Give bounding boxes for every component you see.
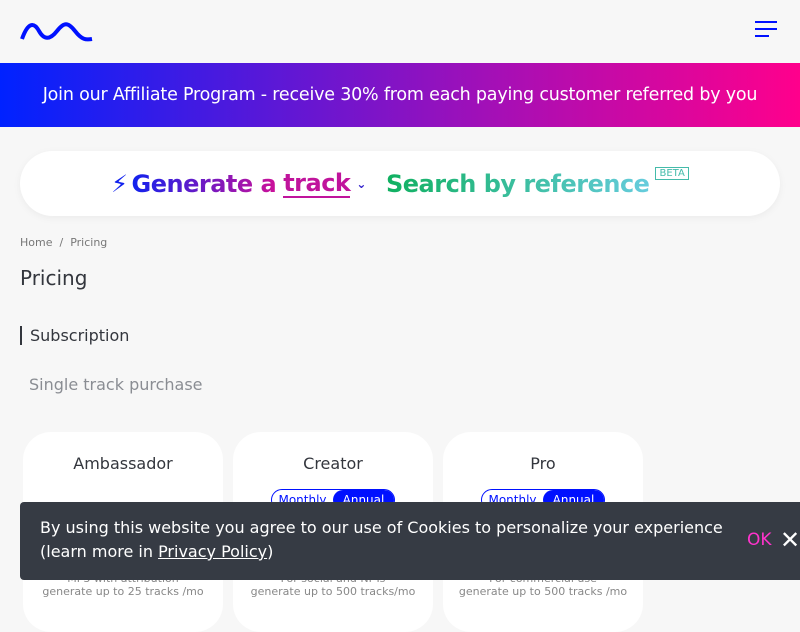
plan-limit: generate up to 500 tracks/mo bbox=[250, 585, 416, 598]
cookie-text: By using this website you agree to our u… bbox=[40, 516, 740, 564]
generate-label: Generate a bbox=[131, 169, 277, 198]
hamburger-menu-icon[interactable] bbox=[755, 21, 777, 42]
generate-link[interactable]: Generate a bbox=[132, 170, 277, 198]
privacy-policy-link[interactable]: Privacy Policy bbox=[158, 542, 267, 561]
header bbox=[0, 0, 800, 63]
generator-bar: ⚡ Generate a track ⌄ Search by reference… bbox=[20, 151, 780, 216]
plan-limit: generate up to 25 tracks /mo bbox=[42, 585, 204, 598]
breadcrumb-home[interactable]: Home bbox=[20, 236, 52, 249]
affiliate-banner[interactable]: Join our Affiliate Program - receive 30%… bbox=[0, 63, 800, 127]
close-icon[interactable]: ✕ bbox=[780, 526, 800, 554]
tab-subscription[interactable]: Subscription bbox=[20, 326, 129, 345]
tab-single-track[interactable]: Single track purchase bbox=[29, 375, 203, 394]
cookie-ok-button[interactable]: OK bbox=[747, 530, 772, 550]
breadcrumb-separator: / bbox=[59, 236, 64, 249]
lightning-icon: ⚡ bbox=[111, 169, 128, 198]
type-dropdown[interactable]: track bbox=[283, 170, 351, 198]
cookie-paren: ) bbox=[267, 542, 274, 561]
plan-name: Pro bbox=[530, 454, 556, 473]
search-by-reference-link[interactable]: Search by reference bbox=[386, 170, 650, 198]
wave-logo-icon[interactable] bbox=[20, 20, 94, 42]
plan-name: Ambassador bbox=[73, 454, 173, 473]
chevron-down-icon[interactable]: ⌄ bbox=[356, 177, 366, 191]
cookie-message: By using this website you agree to our u… bbox=[40, 518, 723, 561]
breadcrumb: Home / Pricing bbox=[20, 236, 107, 249]
page-title: Pricing bbox=[20, 266, 88, 290]
beta-badge: BETA bbox=[655, 167, 689, 180]
cookie-banner: By using this website you agree to our u… bbox=[20, 502, 800, 580]
banner-text: Join our Affiliate Program - receive 30%… bbox=[42, 85, 758, 105]
plan-name: Creator bbox=[303, 454, 363, 473]
plan-limit: generate up to 500 tracks /mo bbox=[458, 585, 628, 598]
breadcrumb-current: Pricing bbox=[70, 236, 108, 249]
